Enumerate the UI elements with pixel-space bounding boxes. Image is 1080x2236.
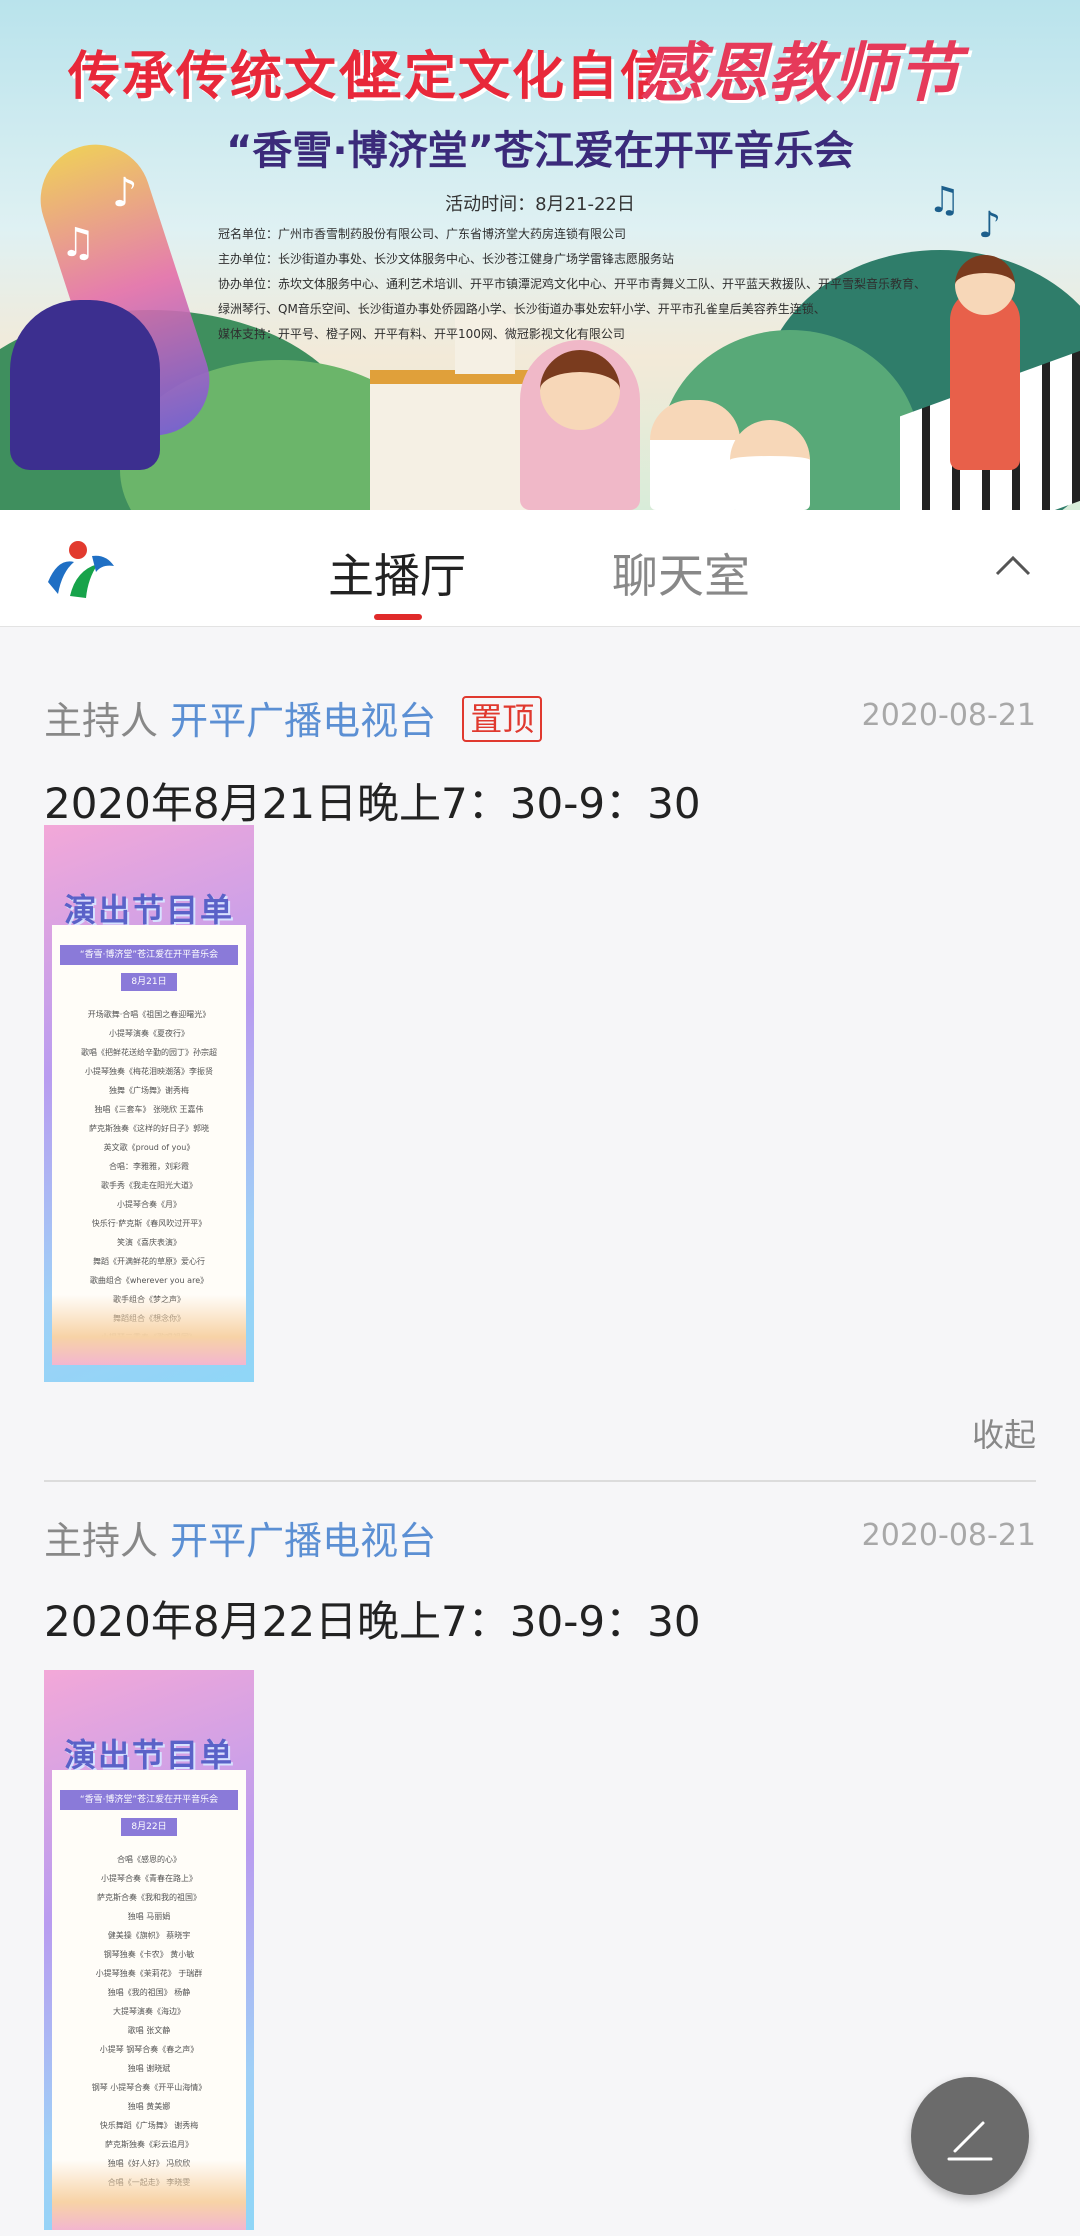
post-host-line: 主持人 开平广播电视台 (44, 1510, 436, 1565)
poster-day: 8月22日 (121, 1818, 177, 1836)
poster-program-line: 合唱《感恩的心》 (117, 1855, 181, 1864)
poster-program-line: 合唱：李雅雅，刘彩霞 (109, 1162, 189, 1171)
poster-decoration (52, 1295, 246, 1365)
poster-program-line: 歌曲组合《wherever you are》 (89, 1276, 209, 1285)
poster-day: 8月21日 (121, 973, 177, 991)
banner-sponsor-list: 冠名单位：广州市香雪制药股份有限公司、广东省博济堂大药房连锁有限公司 主办单位：… (218, 222, 938, 347)
poster-program-line: 萨克斯独奏《这样的好日子》郭晓 (89, 1124, 209, 1133)
poster-program-line: 独舞《广场舞》谢秀梅 (109, 1086, 189, 1095)
banner-violinist-head (955, 255, 1015, 315)
poster-program-list: 合唱《感恩的心》小提琴合奏《青春在路上》 萨克斯合奏《我和我的祖国》 独唱 马丽娟健… (52, 1850, 246, 2192)
post-title: 2020年8月21日晚上7：30-9：30 (44, 779, 701, 828)
poster-body: “香雪·博济堂”苍江爱在开平音乐会 8月22日 合唱《感恩的心》小提琴合奏《青春… (52, 1770, 246, 2230)
poster-program-line: 小提琴独奏《茉莉花》 于瑞群 (95, 1969, 203, 1978)
pencil-icon (947, 2121, 993, 2161)
post-title: 2020年8月22日晚上7：30-9：30 (44, 1597, 701, 1646)
program-poster-image[interactable]: 演出节目单 “香雪·博济堂”苍江爱在开平音乐会 8月22日 合唱《感恩的心》 小提… (44, 1670, 254, 2230)
sponsor-line: 媒体支持：开平号、橙子网、开平有料、开平100网、微冠影视文化有限公司 (218, 327, 625, 341)
poster-program-line: 小提琴 钢琴合奏《春之声》 (99, 2045, 199, 2054)
poster-program-line: 独唱《三套车》 张晓欣 王嘉伟 (94, 1105, 204, 1114)
tab-host-hall[interactable]: 主播厅 (328, 540, 466, 606)
poster-program-line: 英文歌《proud of you》 (103, 1143, 195, 1152)
poster-program-line: 钢琴 小提琴合奏《开平山海情》 (91, 2083, 207, 2092)
banner-event-date: 活动时间：8月21-22日 (445, 194, 635, 215)
poster-decoration (52, 2160, 246, 2230)
poster-event-name: “香雪·博济堂”苍江爱在开平音乐会 (60, 945, 238, 965)
poster-program-line: 独唱 马丽娟 (127, 1912, 171, 1921)
poster-program-line: 小提琴合奏《月》 (117, 1200, 181, 1209)
banner-saxophone-player (10, 300, 160, 470)
poster-program-line: 歌唱 张文静 (127, 2026, 171, 2035)
tab-bar: 主播厅 聊天室 (0, 510, 1080, 627)
banner-headline: 坚定文化自信 (350, 47, 675, 107)
active-tab-indicator (374, 614, 422, 620)
post-divider (44, 1480, 1036, 1482)
poster-program-line: 萨克斯独奏《彩云追月》 (105, 2140, 193, 2149)
poster-body: “香雪·博济堂”苍江爱在开平音乐会 8月21日 开场歌舞·合唱《祖国之春迎曙光》… (52, 925, 246, 1365)
chevron-up-icon[interactable] (995, 552, 1031, 576)
compose-button[interactable] (911, 2077, 1029, 2195)
host-name-link[interactable]: 开平广播电视台 (170, 699, 436, 743)
poster-program-line: 独唱《我的祖国》 杨静 (107, 1988, 191, 1997)
sponsor-line: 主办单位：长沙街道办事处、长沙文体服务中心、长沙苍江健身广场学雷锋志愿服务站 (218, 252, 675, 266)
banner-violinist-figure (950, 290, 1020, 470)
host-name-link[interactable]: 开平广播电视台 (170, 1519, 436, 1563)
sponsor-line: 冠名单位：广州市香雪制药股份有限公司、广东省博济堂大药房连锁有限公司 (218, 227, 627, 241)
pinned-badge: 置顶 (462, 696, 543, 742)
post-host-line: 主持人 开平广播电视台 置顶 (44, 690, 543, 745)
poster-program-line: 独唱 谢晓斌 (127, 2064, 171, 2073)
poster-program-line: 钢琴独奏《卡农》 黄小敏 (103, 1950, 195, 1959)
sponsor-line: 协办单位：赤坎文体服务中心、通利艺术培训、开平市镇潭泥鸡文化中心、开平市青舞义工… (218, 277, 927, 291)
poster-program-line: 歌唱《把鲜花送给辛勤的园丁》孙宗超 (81, 1048, 217, 1057)
host-prefix: 主持人 (44, 1519, 159, 1563)
poster-program-line: 笑演《喜庆表演》 (117, 1238, 181, 1247)
banner-teacher-head (540, 350, 620, 430)
host-prefix: 主持人 (44, 699, 159, 743)
post-date: 2020-08-21 (861, 698, 1036, 733)
banner-subtitle: “香雪·博济堂”苍江爱在开平音乐会 (226, 128, 854, 174)
post-date: 2020-08-21 (861, 1518, 1036, 1553)
tab-chat-room[interactable]: 聊天室 (612, 540, 750, 606)
poster-program-line: 小提琴演奏《夏夜行》 (109, 1029, 189, 1038)
music-note-icon: ♫ (60, 220, 96, 266)
poster-program-line: 独唱 黄美娜 (127, 2102, 171, 2111)
poster-program-line: 小提琴合奏《青春在路上》 (101, 1874, 197, 1883)
program-poster-image[interactable]: 演出节目单 “香雪·博济堂”苍江爱在开平音乐会 8月21日 开场歌舞·合唱《祖国… (44, 825, 254, 1382)
event-banner: ♪ ♫ ♫ ♪ 传承传统文化 坚定文化自信 感恩教师节 “香雪·博济堂”苍江爱在… (0, 0, 1080, 510)
poster-program-line: 小提琴独奏《梅花泪映潮落》李振贤 (85, 1067, 213, 1076)
poster-program-line: 开场歌舞·合唱《祖国之春迎曙光》 (87, 1010, 211, 1019)
collapse-link[interactable]: 收起 (972, 1410, 1036, 1456)
kaiping-tv-logo-icon (48, 541, 114, 598)
poster-event-name: “香雪·博济堂”苍江爱在开平音乐会 (60, 1790, 238, 1810)
banner-student-figure (730, 420, 810, 510)
sponsor-line: 绿洲琴行、QM音乐空间、长沙街道办事处侨园路小学、长沙街道办事处宏轩小学、开平市… (218, 302, 826, 316)
banner-student-figure (650, 400, 740, 510)
poster-program-line: 大提琴演奏《海边》 (113, 2007, 185, 2016)
banner-headline: 传承传统文化 (68, 47, 393, 107)
poster-program-line: 快乐行·萨克斯《春风吹过开平》 (91, 1219, 207, 1228)
poster-program-line: 萨克斯合奏《我和我的祖国》 (97, 1893, 201, 1902)
poster-program-line: 快乐舞蹈《广场舞》 谢秀梅 (99, 2121, 199, 2130)
poster-program-line: 舞蹈《开满鲜花的草原》爱心行 (93, 1257, 205, 1266)
poster-program-line: 歌手秀《我走在阳光大道》 (101, 1181, 197, 1190)
poster-program-line: 健美操《旗帜》 蔡晓宇 (107, 1931, 191, 1940)
banner-headline-teachers-day: 感恩教师节 (640, 37, 960, 111)
